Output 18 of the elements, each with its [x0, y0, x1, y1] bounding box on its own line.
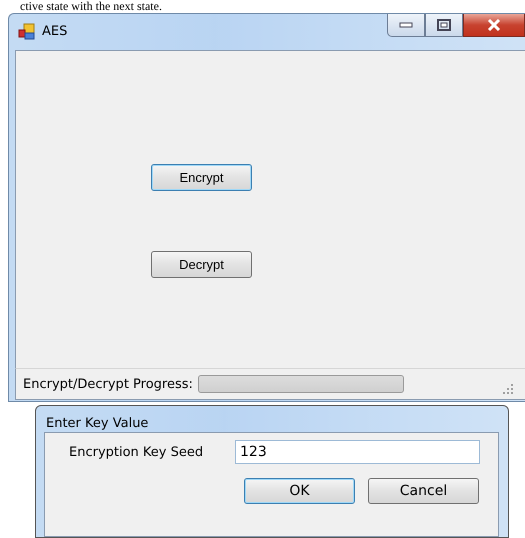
action-button[interactable]: Decrypt	[151, 251, 252, 278]
field-label: Encryption Key Seed	[69, 444, 204, 460]
window-title: AES	[42, 24, 68, 39]
dialog-button[interactable]: OK	[244, 478, 355, 504]
caption-text: ctive state with the next state.	[19, 0, 162, 13]
progress-label: Encrypt/Decrypt Progress:	[23, 376, 193, 392]
minimize-icon	[399, 22, 413, 28]
dialog-title: Enter Key Value	[45, 415, 150, 432]
resize-grip-icon	[503, 384, 513, 394]
minimize-button[interactable]	[387, 14, 425, 37]
dialog-button[interactable]: Cancel	[368, 478, 479, 504]
app-icon	[18, 23, 36, 41]
close-button[interactable]	[463, 14, 525, 37]
maximize-button[interactable]	[425, 14, 463, 37]
close-icon	[487, 19, 501, 31]
maximize-icon	[437, 19, 451, 31]
action-button[interactable]: Encrypt	[151, 164, 252, 191]
input-field[interactable]: 123	[235, 440, 480, 464]
